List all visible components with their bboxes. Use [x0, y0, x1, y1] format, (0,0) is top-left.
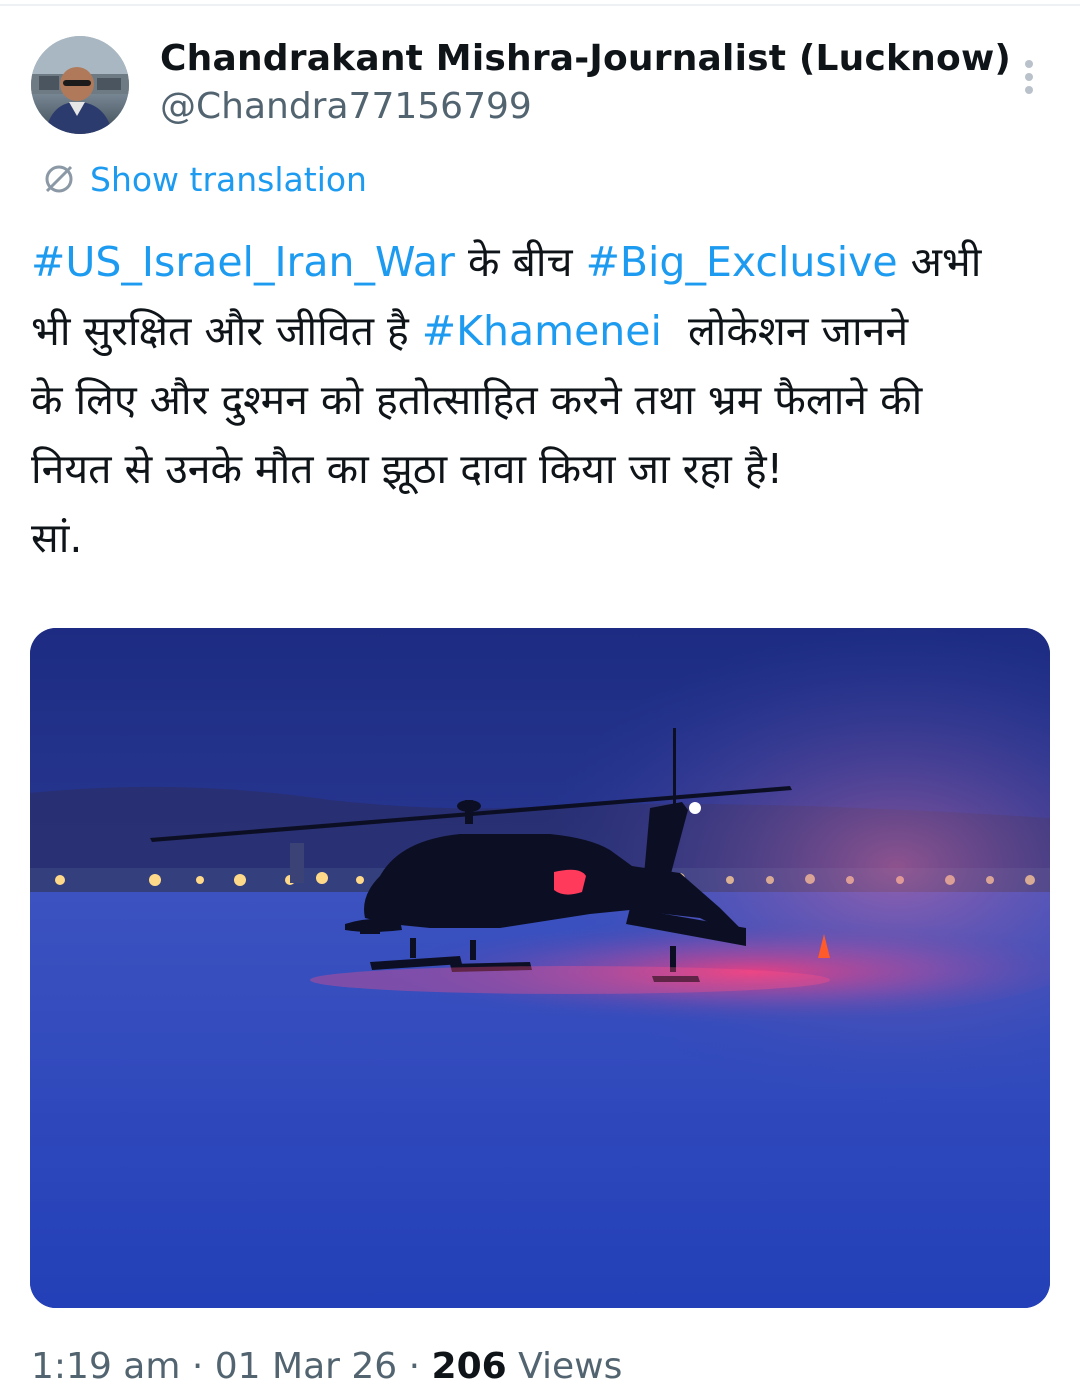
meta-separator: ·: [397, 1346, 432, 1387]
top-divider: [0, 4, 1080, 6]
helicopter-photo: [30, 628, 1050, 1308]
show-translation-label: Show translation: [90, 159, 367, 199]
show-translation-button[interactable]: Show translation: [42, 158, 367, 200]
tweet-text-segment: भी सुरक्षित और जीवित है: [31, 307, 422, 355]
translate-icon: [42, 162, 76, 196]
tweet-text: #US_Israel_Iran_War के बीच #Big_Exclusiv…: [31, 228, 1041, 573]
avatar-photo: [31, 36, 129, 134]
tweet-text-line: के लिए और दुश्मन को हतोत्साहित करने तथा …: [31, 366, 1041, 435]
tweet-text-line: #US_Israel_Iran_War के बीच #Big_Exclusiv…: [31, 228, 1041, 297]
tweet-meta: 1:19 am · 01 Mar 26 · 206 Views: [31, 1346, 622, 1392]
tweet-text-line: भी सुरक्षित और जीवित है #Khamenei लोकेशन…: [31, 297, 1041, 366]
tweet-text-segment: सां.: [31, 514, 83, 562]
hashtag-link[interactable]: #Khamenei: [422, 307, 662, 355]
views-count: 206: [431, 1346, 507, 1387]
tweet-text-segment: लोकेशन जानने: [661, 307, 909, 355]
author-display-name[interactable]: Chandrakant Mishra-Journalist (Lucknow): [160, 38, 1011, 79]
tweet-media-image[interactable]: [30, 628, 1050, 1308]
more-vertical-icon[interactable]: [1014, 56, 1044, 100]
author-handle[interactable]: @Chandra77156799: [160, 86, 532, 127]
tweet-text-segment: नियत से उनके मौत का झूठा दावा किया जा रह…: [31, 445, 784, 493]
tweet-text-segment: अभी: [897, 238, 982, 286]
hashtag-link[interactable]: #Big_Exclusive: [586, 238, 898, 286]
tweet-date[interactable]: 01 Mar 26: [215, 1346, 397, 1387]
tweet-text-segment: के बीच: [454, 238, 586, 286]
views-label: Views: [506, 1346, 623, 1387]
tweet-text-line: सां.: [31, 504, 1041, 573]
tweet-text-segment: के लिए और दुश्मन को हतोत्साहित करने तथा …: [31, 376, 923, 424]
meta-separator: ·: [180, 1346, 215, 1387]
tweet-time[interactable]: 1:19 am: [31, 1346, 180, 1387]
tweet-text-line: नियत से उनके मौत का झूठा दावा किया जा रह…: [31, 435, 1041, 504]
hashtag-link[interactable]: #US_Israel_Iran_War: [31, 238, 455, 286]
avatar[interactable]: [31, 36, 129, 134]
